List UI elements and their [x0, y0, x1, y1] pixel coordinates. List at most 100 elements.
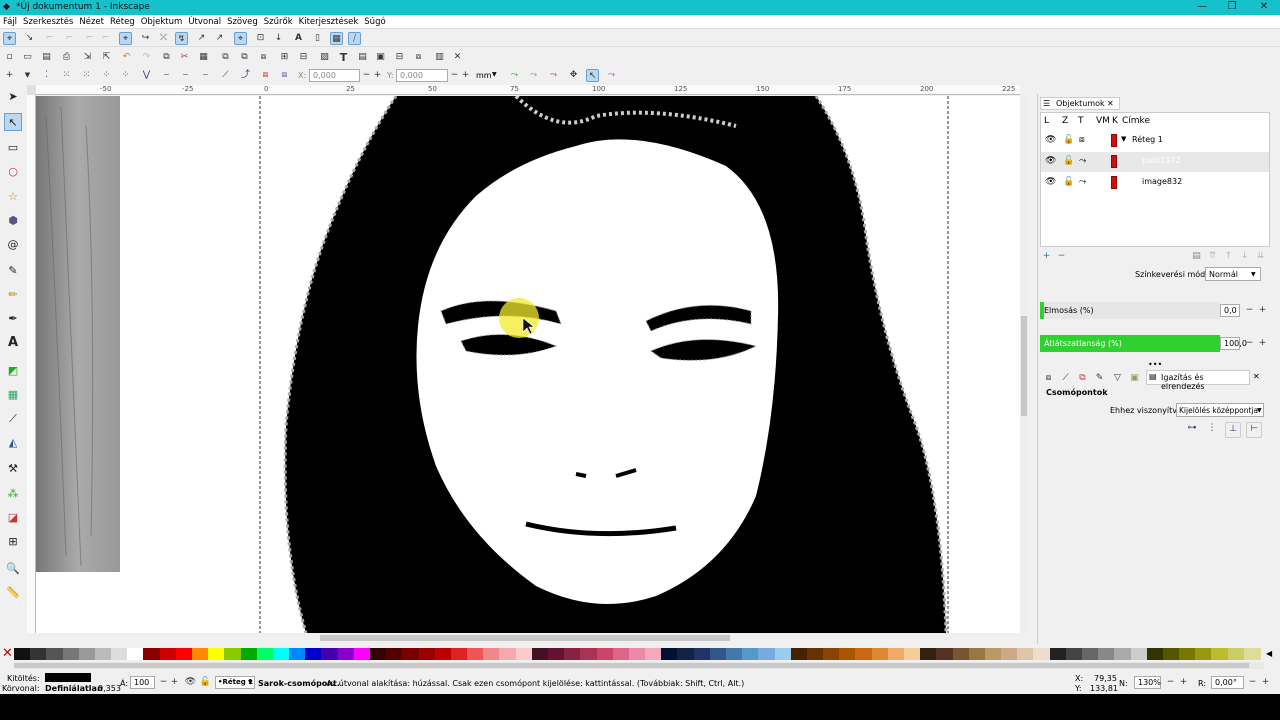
insert-node-dropdown-icon[interactable]: ▼ — [21, 69, 34, 82]
layer-lock-icon[interactable]: 🔓 — [199, 676, 212, 689]
gradient-tool-icon[interactable]: ◩ — [4, 362, 22, 380]
visibility-eye-icon[interactable]: 👁 — [1045, 177, 1056, 187]
opacity-value[interactable]: 100,0 — [1220, 337, 1247, 350]
palette-swatch[interactable] — [272, 648, 290, 660]
stroke-width[interactable]: 0,353 — [98, 684, 121, 693]
minimize-button[interactable]: — — [1186, 0, 1218, 15]
snap-edge-icon[interactable]: ⌐ — [43, 32, 56, 45]
palette-scroll-thumb[interactable] — [14, 663, 1249, 668]
xml-tab-icon[interactable]: ✎ — [1093, 372, 1106, 385]
snap-corner-icon[interactable]: ⌐ — [63, 32, 76, 45]
opacity-status-increment-icon[interactable]: + — [168, 676, 181, 689]
objects-tree[interactable]: L Z T VM K Címke 👁 🔓 ⧈ ▼ Réteg 1 👁 🔓 ⤳ p… — [1040, 112, 1270, 247]
show-mask-icon[interactable]: ⤳ — [527, 69, 540, 82]
preferences-icon[interactable]: ▥ — [433, 51, 446, 64]
stroke-to-path-icon[interactable]: ⧈ — [278, 69, 291, 82]
palette-swatch[interactable] — [548, 648, 565, 660]
unit-select[interactable]: mm — [476, 71, 492, 80]
stroke-value[interactable]: Definiálatlan — [45, 684, 103, 693]
snap-grid-icon[interactable]: ▦ — [330, 32, 343, 45]
tweak-tool-icon[interactable]: ⚒ — [4, 460, 22, 478]
palette-swatch[interactable] — [467, 648, 485, 660]
palette-swatch[interactable] — [774, 648, 792, 660]
palette-swatch[interactable] — [127, 648, 145, 660]
opacity-slider[interactable]: Átlátszatlanság (%) — [1040, 335, 1220, 352]
palette-swatch[interactable] — [920, 648, 938, 660]
snap-path-icon[interactable]: ↪ — [139, 32, 152, 45]
text-tool-icon[interactable]: A — [4, 334, 22, 352]
rectangle-tool-icon[interactable]: ▭ — [4, 139, 22, 157]
undo-icon[interactable]: ↶ — [120, 51, 133, 64]
palette-swatch[interactable] — [1179, 648, 1197, 660]
export-icon[interactable]: ⇱ — [100, 51, 113, 64]
palette-swatch[interactable] — [256, 648, 274, 660]
objects-tab[interactable]: ☰ Objektumok ✕ — [1040, 97, 1120, 110]
transform-tab-icon[interactable]: ⧉ — [1076, 372, 1089, 385]
snap-guide-icon[interactable]: ⧸ — [348, 32, 361, 45]
blur-value[interactable]: 0,0 — [1220, 304, 1240, 317]
snap-toggle-icon[interactable]: ⌖ — [3, 32, 16, 45]
palette-swatch[interactable] — [483, 648, 501, 660]
ellipse-tool-icon[interactable]: ○ — [4, 163, 22, 181]
blur-slider[interactable]: Elmosás (%) — [1040, 302, 1220, 319]
move-to-layer-icon[interactable]: ▤ — [1190, 250, 1203, 263]
snap-bbox-icon[interactable]: ↘ — [23, 32, 36, 45]
align-tab[interactable]: ▤ Igazítás és elrendezés — [1146, 370, 1250, 391]
connector-tool-icon[interactable]: ⊞ — [4, 533, 22, 551]
unlink-clone-icon[interactable]: ⧈ — [257, 51, 270, 64]
tools-icon[interactable]: ✕ — [451, 51, 464, 64]
palette-swatch[interactable] — [418, 648, 436, 660]
save-icon[interactable]: ▤ — [40, 51, 53, 64]
palette-swatch[interactable] — [1146, 648, 1164, 660]
palette-swatch[interactable] — [693, 648, 711, 660]
spiral-tool-icon[interactable]: @ — [4, 236, 22, 254]
spray-tool-icon[interactable]: ⁂ — [4, 485, 22, 503]
palette-swatch[interactable] — [62, 648, 80, 660]
palette-swatch[interactable] — [677, 648, 695, 660]
highlight-color-swatch[interactable] — [1111, 134, 1117, 147]
palette-swatch[interactable] — [758, 648, 776, 660]
lock-icon[interactable]: 🔓 — [1063, 177, 1074, 187]
show-transform-handles-icon[interactable]: ✥ — [567, 69, 580, 82]
palette-swatch[interactable] — [1017, 648, 1035, 660]
palette-swatch[interactable] — [240, 648, 258, 660]
zoom-in-icon[interactable]: + — [1177, 676, 1190, 689]
lpe-icon[interactable]: ⤳ — [547, 69, 560, 82]
blur-increment-icon[interactable]: + — [1256, 304, 1269, 317]
snap-others-icon[interactable]: ⌖ — [234, 32, 247, 45]
layers-tab-icon[interactable]: ⧈ — [1042, 372, 1055, 385]
snap-rotation-icon[interactable]: ↗ — [213, 32, 226, 45]
palette-swatch[interactable] — [709, 648, 727, 660]
fill-swatch[interactable] — [45, 673, 91, 682]
traced-portrait-path[interactable] — [283, 96, 948, 633]
palette-swatch[interactable] — [208, 648, 226, 660]
menu-layer[interactable]: Réteg — [107, 15, 138, 29]
vertical-scroll-thumb[interactable] — [1021, 316, 1027, 416]
raise-to-top-icon[interactable]: ⇈ — [1206, 250, 1219, 263]
insert-node-icon[interactable]: + — [3, 69, 16, 82]
object-to-path-icon[interactable]: ⧈ — [259, 69, 272, 82]
palette-swatch[interactable] — [1098, 648, 1116, 660]
object-row-layer1[interactable]: 👁 🔓 ⧈ ▼ Réteg 1 — [1041, 131, 1269, 151]
y-field[interactable]: 0,000 — [396, 69, 448, 82]
drawing-canvas[interactable] — [36, 96, 1020, 633]
snap-center-icon[interactable]: ⌐ — [99, 32, 112, 45]
x-field[interactable]: 0,000 — [309, 69, 360, 82]
palette-swatch[interactable] — [1195, 648, 1213, 660]
palette-swatch[interactable] — [645, 648, 663, 660]
palette-swatch[interactable] — [1049, 648, 1067, 660]
snap-smooth-icon[interactable]: ↯ — [175, 32, 188, 45]
palette-swatch[interactable] — [46, 648, 64, 660]
palette-swatch[interactable] — [726, 648, 743, 660]
snap-center-object-icon[interactable]: ⊡ — [254, 32, 267, 45]
cut-icon[interactable]: ✂ — [178, 51, 191, 64]
distribute-nodes-horizontal-icon[interactable]: ⊥ — [1225, 422, 1241, 438]
palette-swatch[interactable] — [806, 648, 824, 660]
opacity-increment-icon[interactable]: + — [1256, 337, 1269, 350]
add-layer-icon[interactable]: + — [1040, 250, 1053, 263]
palette-swatch[interactable] — [564, 648, 582, 660]
join-nodes-icon[interactable]: ⁙ — [60, 69, 73, 82]
rotate-cw-icon[interactable]: + — [1259, 676, 1272, 689]
palette-scrollbar[interactable] — [14, 662, 1264, 669]
palette-swatch[interactable] — [855, 648, 873, 660]
